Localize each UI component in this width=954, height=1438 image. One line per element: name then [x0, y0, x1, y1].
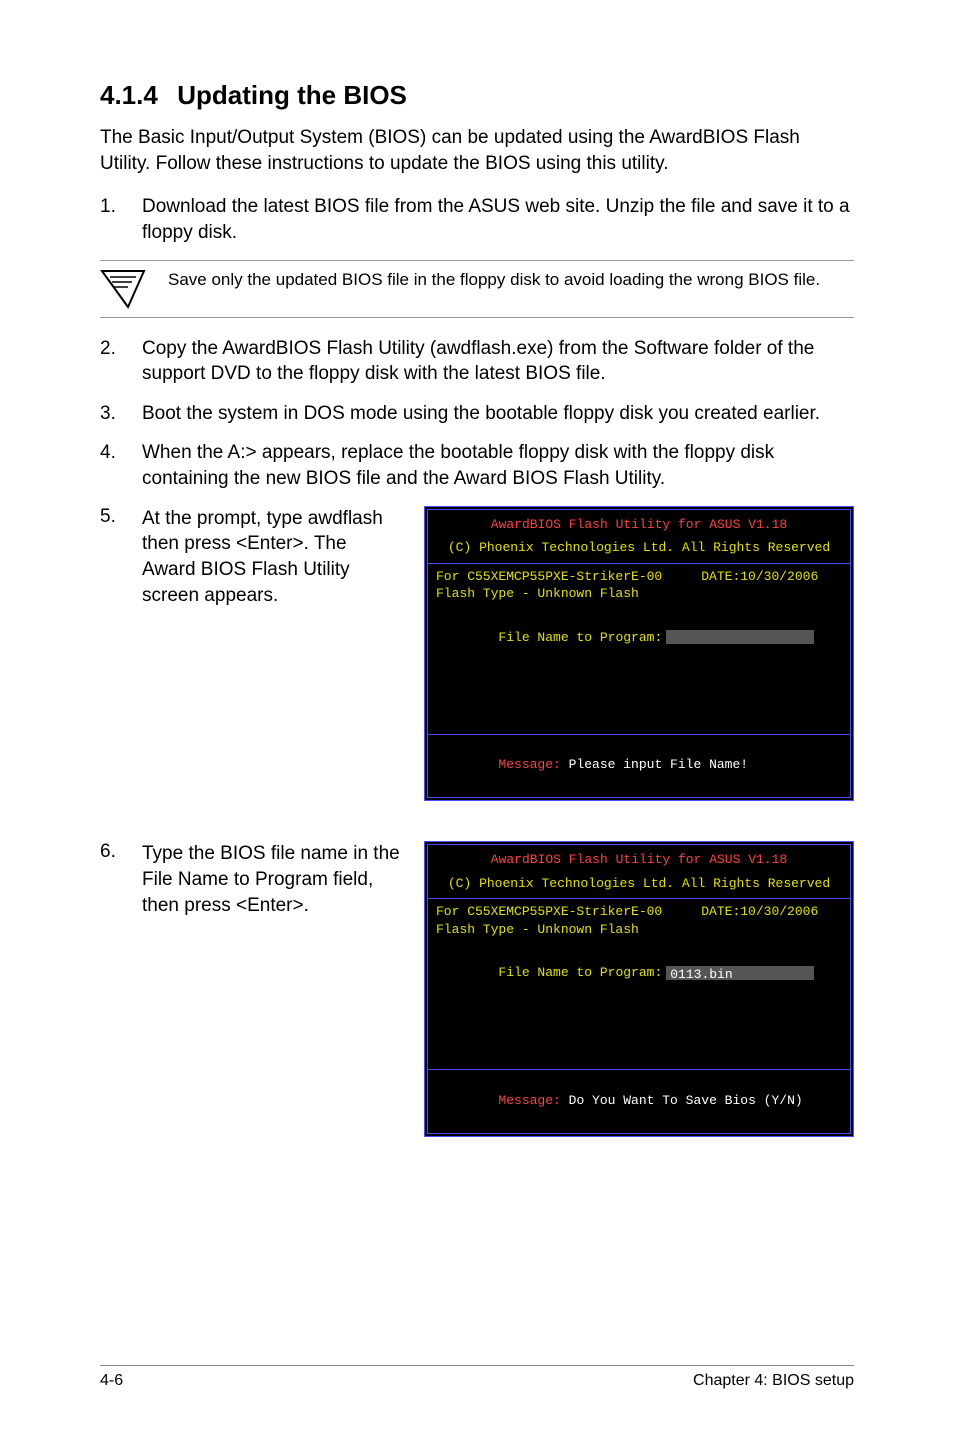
step-text: Boot the system in DOS mode using the bo…	[142, 401, 854, 427]
terminal-title: AwardBIOS Flash Utility for ASUS V1.18	[436, 851, 842, 869]
terminal-message-row: Message: Do You Want To Save Bios (Y/N)	[436, 1074, 842, 1127]
step-2: 2. Copy the AwardBIOS Flash Utility (awd…	[100, 336, 854, 387]
terminal-info-line-2: Flash Type - Unknown Flash	[436, 585, 842, 603]
step-text: Type the BIOS file name in the File Name…	[142, 841, 400, 918]
section-number: 4.1.4	[100, 80, 170, 111]
terminal-screenshot-1: AwardBIOS Flash Utility for ASUS V1.18 (…	[424, 506, 854, 801]
terminal-prompt-row: File Name to Program:	[436, 611, 842, 664]
terminal-prompt-label: File Name to Program:	[498, 630, 662, 645]
terminal-prompt-row: File Name to Program: 0113.bin	[436, 946, 842, 999]
step-1: 1. Download the latest BIOS file from th…	[100, 194, 854, 245]
step-number: 5.	[100, 506, 118, 528]
terminal-message-label: Message:	[498, 757, 560, 772]
terminal-message-text: Do You Want To Save Bios (Y/N)	[561, 1093, 803, 1108]
step-3: 3. Boot the system in DOS mode using the…	[100, 401, 854, 427]
terminal-info-line-1: For C55XEMCP55PXE-StrikerE-00 DATE:10/30…	[436, 903, 842, 921]
step-number: 1.	[100, 194, 118, 245]
terminal-message-row: Message: Please input File Name!	[436, 739, 842, 792]
terminal-info-line-2: Flash Type - Unknown Flash	[436, 921, 842, 939]
step-number: 4.	[100, 440, 118, 491]
step-number: 2.	[100, 336, 118, 387]
chapter-label: Chapter 4: BIOS setup	[693, 1372, 854, 1390]
step-text: When the A:> appears, replace the bootab…	[142, 440, 854, 491]
intro-paragraph: The Basic Input/Output System (BIOS) can…	[100, 125, 854, 176]
step-text: Copy the AwardBIOS Flash Utility (awdfla…	[142, 336, 854, 387]
section-title-text: Updating the BIOS	[177, 80, 407, 110]
terminal-input-field	[666, 630, 814, 644]
section-heading: 4.1.4 Updating the BIOS	[100, 80, 854, 111]
terminal-info-line-1: For C55XEMCP55PXE-StrikerE-00 DATE:10/30…	[436, 568, 842, 586]
terminal-screenshot-2: AwardBIOS Flash Utility for ASUS V1.18 (…	[424, 841, 854, 1136]
note-icon	[100, 269, 146, 309]
terminal-prompt-label: File Name to Program:	[498, 965, 662, 980]
note-block: Save only the updated BIOS file in the f…	[100, 260, 854, 318]
step-text: Download the latest BIOS file from the A…	[142, 194, 854, 245]
terminal-copyright: (C) Phoenix Technologies Ltd. All Rights…	[436, 875, 842, 893]
step-6-row: 6. Type the BIOS file name in the File N…	[100, 841, 854, 1136]
step-text: At the prompt, type awdflash then press …	[142, 506, 400, 609]
page: 4.1.4 Updating the BIOS The Basic Input/…	[0, 0, 954, 1438]
terminal-message-text: Please input File Name!	[561, 757, 748, 772]
page-footer: 4-6 Chapter 4: BIOS setup	[100, 1365, 854, 1390]
step-5-row: 5. At the prompt, type awdflash then pre…	[100, 506, 854, 801]
terminal-input-field: 0113.bin	[666, 966, 814, 980]
note-text: Save only the updated BIOS file in the f…	[168, 269, 820, 292]
terminal-copyright: (C) Phoenix Technologies Ltd. All Rights…	[436, 539, 842, 557]
step-number: 3.	[100, 401, 118, 427]
terminal-title: AwardBIOS Flash Utility for ASUS V1.18	[436, 516, 842, 534]
page-number: 4-6	[100, 1372, 123, 1390]
terminal-message-label: Message:	[498, 1093, 560, 1108]
step-4: 4. When the A:> appears, replace the boo…	[100, 440, 854, 491]
step-number: 6.	[100, 841, 118, 863]
